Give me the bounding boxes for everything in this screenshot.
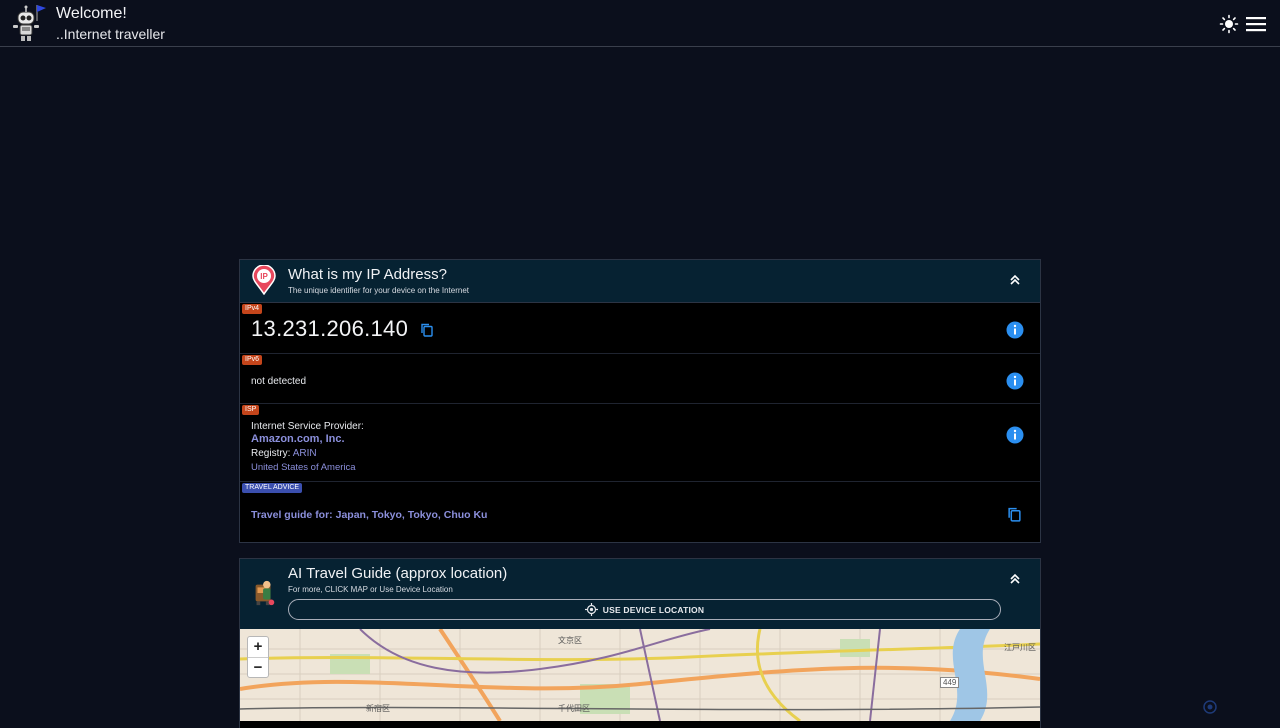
ip-pin-icon: IP [252, 265, 276, 295]
hamburger-menu-icon[interactable] [1245, 14, 1267, 34]
sun-icon[interactable] [1219, 14, 1239, 34]
ip-card-title: What is my IP Address? [288, 266, 447, 283]
use-device-location-button[interactable]: USE DEVICE LOCATION [288, 599, 1001, 620]
svg-text:IP: IP [260, 272, 268, 281]
app-header: Welcome! ..Internet traveller [0, 0, 1280, 47]
map-tiles [240, 629, 1040, 721]
ip-card-subtitle: The unique identifier for your device on… [288, 286, 469, 295]
ip-address-card: IP What is my IP Address? The unique ide… [239, 259, 1041, 543]
map-label-route-449: 449 [940, 677, 960, 688]
traveller-icon [255, 580, 275, 606]
zoom-in-button[interactable]: + [248, 637, 268, 657]
collapse-chevron-icon[interactable] [1008, 273, 1022, 287]
zoom-out-button[interactable]: − [248, 657, 268, 677]
travel-guide-link[interactable]: Travel guide for: Japan, Tokyo, Tokyo, C… [251, 509, 487, 521]
copy-icon[interactable] [420, 323, 434, 337]
collapse-chevron-icon[interactable] [1008, 572, 1022, 586]
isp-row: ISP Internet Service Provider: Amazon.co… [240, 404, 1040, 482]
floating-badge-icon[interactable] [1203, 700, 1217, 714]
ipv4-row: IPv4 13.231.206.140 [240, 303, 1040, 354]
welcome-title: Welcome! [56, 5, 127, 22]
map-label-chiyoda: 千代田区 [558, 704, 590, 713]
travel-advice-tag: TRAVEL ADVICE [242, 483, 303, 493]
registry-line: Registry: ARIN [251, 448, 317, 459]
guide-card-header: AI Travel Guide (approx location) For mo… [240, 559, 1040, 629]
travel-advice-row: TRAVEL ADVICE Travel guide for: Japan, T… [240, 482, 1040, 542]
ip-card-header: IP What is my IP Address? The unique ide… [240, 260, 1040, 303]
use-device-location-label: USE DEVICE LOCATION [602, 604, 705, 615]
ai-travel-guide-card: AI Travel Guide (approx location) For mo… [239, 558, 1041, 728]
ipv6-row: IPv6 not detected [240, 354, 1040, 404]
info-icon[interactable] [1006, 321, 1024, 339]
ipv6-tag: IPv6 [242, 355, 263, 365]
info-icon[interactable] [1006, 372, 1024, 390]
crosshair-location-icon [584, 603, 598, 616]
registry-link[interactable]: ARIN [293, 448, 317, 459]
ipv4-tag: IPv4 [242, 304, 263, 314]
map-zoom-control: + − [247, 636, 269, 678]
map-label-edogawa: 江戸川区 [1004, 643, 1036, 652]
registry-label: Registry: [251, 448, 291, 459]
location-map[interactable]: + − 文京区 新宿区 千代田区 江戸川区 449 [240, 629, 1040, 721]
guide-card-subtitle: For more, CLICK MAP or Use Device Locati… [288, 585, 453, 594]
isp-label: Internet Service Provider: [251, 421, 364, 432]
copy-icon[interactable] [1007, 507, 1022, 522]
isp-country-link[interactable]: United States of America [251, 462, 356, 473]
welcome-subtitle: ..Internet traveller [56, 26, 165, 42]
robot-logo-icon[interactable] [8, 3, 48, 43]
ipv6-value: not detected [251, 376, 307, 387]
map-label-bunkyo: 文京区 [558, 636, 582, 645]
isp-name-link[interactable]: Amazon.com, Inc. [251, 433, 345, 445]
ipv4-value: 13.231.206.140 [251, 316, 409, 341]
isp-tag: ISP [242, 405, 260, 415]
map-label-shinjuku: 新宿区 [366, 704, 390, 713]
info-icon[interactable] [1006, 426, 1024, 444]
guide-card-title: AI Travel Guide (approx location) [288, 565, 508, 582]
